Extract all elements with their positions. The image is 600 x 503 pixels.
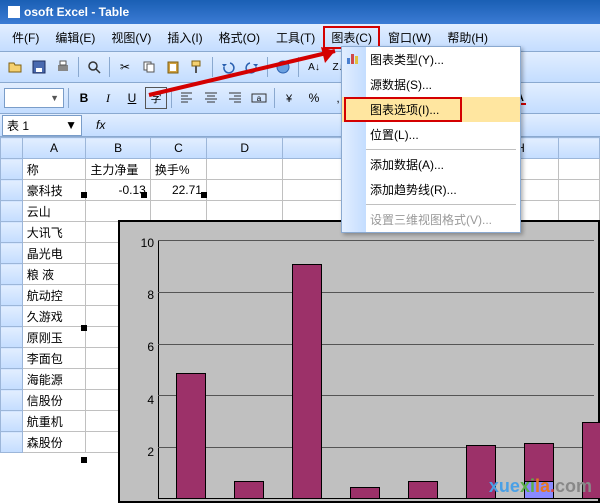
cell[interactable]: 海能源	[22, 369, 86, 390]
cell[interactable]: 航重机	[22, 411, 86, 432]
chart-type-icon	[345, 50, 361, 66]
chart-bar[interactable]	[292, 264, 322, 499]
chinese-format-button[interactable]: 字	[145, 87, 167, 109]
menu-file[interactable]: 件(F)	[4, 26, 47, 49]
menu-format[interactable]: 格式(O)	[211, 26, 268, 49]
align-center-icon[interactable]	[200, 87, 222, 109]
italic-button[interactable]: I	[97, 87, 119, 109]
menu-chart-options[interactable]: 图表选项(I)...	[342, 97, 520, 122]
format-painter-icon[interactable]	[186, 56, 208, 78]
menu-location[interactable]: 位置(L)...	[342, 122, 520, 147]
paste-icon[interactable]	[162, 56, 184, 78]
underline-button[interactable]: U	[121, 87, 143, 109]
cell[interactable]: 云山	[22, 201, 86, 222]
currency-icon[interactable]: ¥	[279, 87, 301, 109]
redo-icon[interactable]	[241, 56, 263, 78]
chart-menu-dropdown: 图表类型(Y)... 源数据(S)... 图表选项(I)... 位置(L)...…	[341, 46, 521, 233]
open-icon[interactable]	[4, 56, 26, 78]
cut-icon[interactable]: ✂	[114, 56, 136, 78]
cell[interactable]: 换手%	[150, 159, 206, 180]
col-header-D[interactable]: D	[206, 138, 282, 159]
menu-tools[interactable]: 工具(T)	[268, 26, 323, 49]
menu-chart-type[interactable]: 图表类型(Y)...	[342, 47, 520, 72]
menu-source-data[interactable]: 源数据(S)...	[342, 72, 520, 97]
col-header[interactable]	[559, 138, 600, 159]
col-header-B[interactable]: B	[86, 138, 150, 159]
name-box[interactable]: 表 1 ▼	[2, 115, 82, 136]
cell[interactable]: 粮 液	[22, 264, 86, 285]
name-box-value: 表 1	[7, 117, 29, 134]
fx-label[interactable]: fx	[96, 118, 105, 132]
copy-icon[interactable]	[138, 56, 160, 78]
chevron-down-icon[interactable]: ▼	[65, 118, 77, 132]
chart-bar[interactable]	[176, 373, 206, 499]
cell[interactable]: 主力净量	[86, 159, 150, 180]
cell[interactable]: 航动控	[22, 285, 86, 306]
undo-icon[interactable]	[217, 56, 239, 78]
cell[interactable]: 豪科技	[22, 180, 86, 201]
cell[interactable]: 信股份	[22, 390, 86, 411]
search-icon[interactable]	[83, 56, 105, 78]
col-header-C[interactable]: C	[150, 138, 206, 159]
app-icon	[8, 6, 20, 18]
menu-insert[interactable]: 插入(I)	[159, 26, 210, 49]
cell[interactable]: 大讯飞	[22, 222, 86, 243]
embedded-chart[interactable]: 10 8 6 4 2	[118, 220, 600, 503]
app-title: osoft Excel - Table	[24, 5, 129, 19]
menu-edit[interactable]: 编辑(E)	[47, 26, 103, 49]
cell[interactable]: 森股份	[22, 432, 86, 453]
save-icon[interactable]	[28, 56, 50, 78]
svg-text:¥: ¥	[285, 93, 293, 105]
merge-cells-icon[interactable]: a	[248, 87, 270, 109]
watermark: xuexila.com	[489, 476, 592, 497]
align-right-icon[interactable]	[224, 87, 246, 109]
cell[interactable]: 李面包	[22, 348, 86, 369]
font-size-select[interactable]: ▼	[4, 88, 64, 108]
menu-add-trendline[interactable]: 添加趋势线(R)...	[342, 177, 520, 202]
sort-asc-icon[interactable]: A↓	[303, 56, 325, 78]
select-all-corner[interactable]	[1, 138, 23, 159]
cell[interactable]: 晶光电	[22, 243, 86, 264]
menu-view[interactable]: 视图(V)	[103, 26, 159, 49]
percent-icon[interactable]: %	[303, 87, 325, 109]
title-bar: osoft Excel - Table	[0, 0, 600, 24]
y-axis-labels: 10 8 6 4 2	[126, 236, 154, 497]
chart-bar[interactable]	[408, 481, 438, 499]
bold-button[interactable]: B	[73, 87, 95, 109]
hyperlink-icon[interactable]	[272, 56, 294, 78]
col-header-A[interactable]: A	[22, 138, 86, 159]
menu-3d-view: 设置三维视图格式(V)...	[342, 207, 520, 232]
svg-text:a: a	[257, 94, 262, 103]
chart-bar[interactable]	[234, 481, 264, 499]
cell[interactable]: 久游戏	[22, 306, 86, 327]
cell[interactable]: 称	[22, 159, 86, 180]
chart-plot-area[interactable]	[158, 240, 594, 499]
chart-bar[interactable]	[350, 487, 380, 499]
cell[interactable]: 原刚玉	[22, 327, 86, 348]
align-left-icon[interactable]	[176, 87, 198, 109]
menu-add-data[interactable]: 添加数据(A)...	[342, 152, 520, 177]
print-icon[interactable]	[52, 56, 74, 78]
